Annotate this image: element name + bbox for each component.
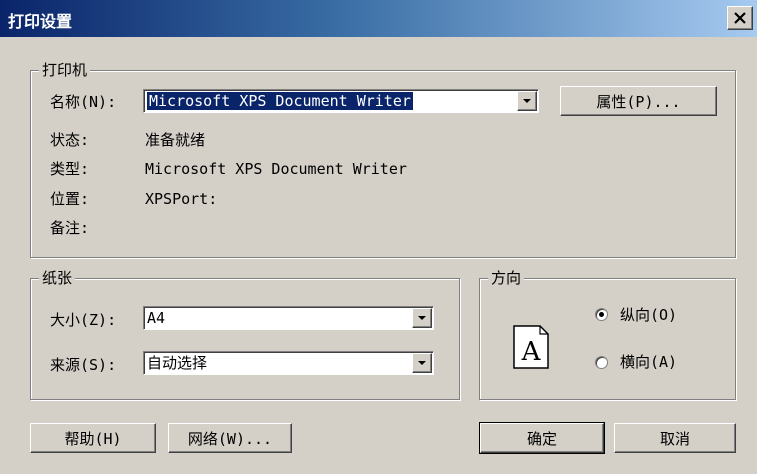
landscape-radio[interactable]	[595, 356, 608, 369]
title-bar[interactable]: 打印设置	[0, 0, 757, 37]
paper-size-dropdown-arrow[interactable]	[412, 308, 432, 328]
printer-name-select[interactable]: Microsoft XPS Document Writer	[143, 89, 539, 113]
landscape-label[interactable]: 横向(A)	[620, 352, 677, 372]
type-label: 类型:	[50, 160, 90, 178]
help-button[interactable]: 帮助(H)	[30, 423, 156, 453]
ok-button[interactable]: 确定	[479, 422, 605, 454]
paper-source-select[interactable]: 自动选择	[143, 351, 434, 375]
network-button[interactable]: 网络(W)...	[168, 423, 292, 453]
print-setup-dialog: 打印设置 打印机 名称(N): Microsoft XPS Document W…	[0, 0, 757, 474]
page-icon-letter: A	[521, 337, 542, 367]
location-value: XPSPort:	[145, 190, 218, 208]
paper-size-label: 大小(Z):	[50, 311, 117, 329]
orientation-group-legend: 方向	[488, 268, 525, 288]
portrait-label[interactable]: 纵向(O)	[620, 305, 677, 325]
comment-label: 备注:	[50, 219, 90, 237]
close-button[interactable]	[727, 6, 753, 30]
printer-group-legend: 打印机	[39, 60, 91, 80]
cancel-button[interactable]: 取消	[614, 423, 736, 453]
location-label: 位置:	[50, 190, 90, 208]
paper-source-label: 来源(S):	[50, 356, 117, 374]
status-label: 状态:	[50, 131, 90, 149]
paper-group: 纸张	[30, 268, 460, 400]
paper-group-legend: 纸张	[39, 268, 76, 288]
printer-name-label: 名称(N):	[50, 93, 117, 111]
paper-size-value: A4	[147, 309, 166, 327]
printer-name-value: Microsoft XPS Document Writer	[146, 91, 414, 111]
printer-name-dropdown-arrow[interactable]	[517, 91, 537, 111]
status-value: 准备就绪	[145, 131, 206, 149]
paper-source-value: 自动选择	[147, 354, 208, 372]
dialog-title: 打印设置	[8, 12, 73, 31]
close-icon	[734, 12, 746, 24]
portrait-radio[interactable]	[595, 308, 608, 321]
properties-button[interactable]: 属性(P)...	[560, 86, 717, 116]
paper-source-dropdown-arrow[interactable]	[412, 353, 432, 373]
type-value: Microsoft XPS Document Writer	[145, 160, 407, 178]
portrait-page-icon: A	[513, 325, 549, 369]
paper-size-select[interactable]: A4	[143, 306, 434, 330]
